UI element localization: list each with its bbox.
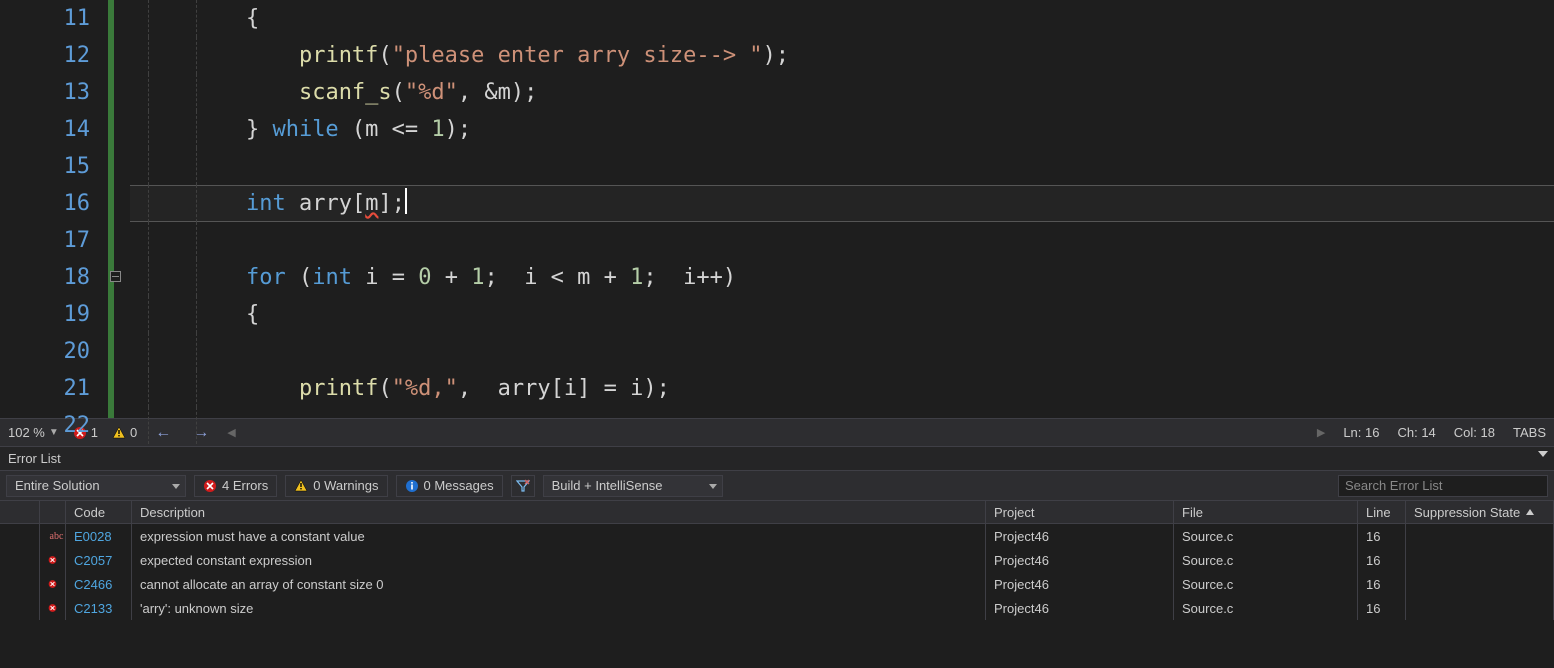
clear-filter-button[interactable] [511, 475, 535, 497]
severity-icon: abc﹏ [40, 524, 66, 548]
error-code: E0028 [66, 524, 132, 548]
error-line: 16 [1358, 572, 1406, 596]
code-line[interactable]: printf("%d,", arry[i] = i); [130, 370, 1554, 407]
line-number: 14 [0, 111, 90, 148]
messages-filter-button[interactable]: 0 Messages [396, 475, 503, 497]
severity-icon [40, 548, 66, 572]
code-line[interactable]: } while (m <= 1); [130, 111, 1554, 148]
error-file: Source.c [1174, 548, 1358, 572]
fold-column[interactable] [108, 0, 130, 418]
error-project: Project46 [986, 596, 1174, 620]
col-header-project[interactable]: Project [986, 501, 1174, 523]
line-number: 11 [0, 0, 90, 37]
line-number: 13 [0, 74, 90, 111]
error-line: 16 [1358, 596, 1406, 620]
line-number: 16 [0, 185, 90, 222]
code-editor[interactable]: 111213141516171819202122 { printf("pleas… [0, 0, 1554, 418]
col-header-suppression[interactable]: Suppression State [1406, 501, 1554, 523]
panel-dropdown-icon[interactable] [1538, 451, 1548, 457]
error-list-toolbar: Entire Solution 4 Errors 0 Warnings 0 Me… [0, 470, 1554, 500]
code-line[interactable] [130, 407, 1554, 444]
error-row[interactable]: abc﹏E0028expression must have a constant… [0, 524, 1554, 548]
error-suppression [1406, 548, 1554, 572]
errors-filter-button[interactable]: 4 Errors [194, 475, 277, 497]
sort-ascending-icon [1526, 509, 1534, 515]
error-list-table[interactable]: Code Description Project File Line Suppr… [0, 500, 1554, 668]
line-number: 15 [0, 148, 90, 185]
row-spacer [0, 524, 40, 548]
row-spacer [0, 572, 40, 596]
error-project: Project46 [986, 548, 1174, 572]
error-code: C2057 [66, 548, 132, 572]
col-header-severity[interactable] [40, 501, 66, 523]
row-spacer [0, 596, 40, 620]
error-suppression [1406, 524, 1554, 548]
panel-title-label: Error List [8, 451, 61, 466]
severity-icon [40, 596, 66, 620]
code-line[interactable] [130, 333, 1554, 370]
error-list-panel-header[interactable]: Error List [0, 446, 1554, 470]
col-header-line[interactable]: Line [1358, 501, 1406, 523]
warnings-filter-button[interactable]: 0 Warnings [285, 475, 387, 497]
code-line[interactable]: { [130, 0, 1554, 37]
row-spacer [0, 548, 40, 572]
error-row[interactable]: C2133'arry': unknown sizeProject46Source… [0, 596, 1554, 620]
code-line[interactable]: int arry[m]; [130, 185, 1554, 222]
chevron-down-icon [172, 484, 180, 489]
error-description: 'arry': unknown size [132, 596, 986, 620]
error-file: Source.c [1174, 524, 1358, 548]
line-number-gutter: 111213141516171819202122 [0, 0, 108, 418]
error-file: Source.c [1174, 572, 1358, 596]
line-number: 21 [0, 370, 90, 407]
col-header-icon[interactable] [0, 501, 40, 523]
error-project: Project46 [986, 524, 1174, 548]
error-project: Project46 [986, 572, 1174, 596]
line-number: 12 [0, 37, 90, 74]
error-source-dropdown[interactable]: Build + IntelliSense [543, 475, 723, 497]
error-table-header[interactable]: Code Description Project File Line Suppr… [0, 500, 1554, 524]
code-line[interactable]: scanf_s("%d", &m); [130, 74, 1554, 111]
text-cursor [405, 188, 407, 214]
line-number: 18 [0, 259, 90, 296]
scope-dropdown[interactable]: Entire Solution [6, 475, 186, 497]
error-description: expression must have a constant value [132, 524, 986, 548]
col-header-description[interactable]: Description [132, 501, 986, 523]
error-description: expected constant expression [132, 548, 986, 572]
error-line: 16 [1358, 548, 1406, 572]
code-line[interactable]: { [130, 296, 1554, 333]
col-header-code[interactable]: Code [66, 501, 132, 523]
code-content[interactable]: { printf("please enter arry size--> "); … [130, 0, 1554, 418]
code-line[interactable] [130, 222, 1554, 259]
line-number: 19 [0, 296, 90, 333]
code-line[interactable]: for (int i = 0 + 1; i < m + 1; i++) [130, 259, 1554, 296]
error-suppression [1406, 572, 1554, 596]
error-description: cannot allocate an array of constant siz… [132, 572, 986, 596]
error-file: Source.c [1174, 596, 1358, 620]
error-line: 16 [1358, 524, 1406, 548]
line-number: 17 [0, 222, 90, 259]
fold-minus-icon[interactable] [110, 271, 121, 282]
line-number: 22 [0, 407, 90, 444]
chevron-down-icon [709, 484, 717, 489]
error-row[interactable]: C2057expected constant expressionProject… [0, 548, 1554, 572]
code-line[interactable]: printf("please enter arry size--> "); [130, 37, 1554, 74]
line-number: 20 [0, 333, 90, 370]
col-header-file[interactable]: File [1174, 501, 1358, 523]
severity-icon [40, 572, 66, 596]
error-row[interactable]: C2466cannot allocate an array of constan… [0, 572, 1554, 596]
error-code: C2466 [66, 572, 132, 596]
error-table-body: abc﹏E0028expression must have a constant… [0, 524, 1554, 620]
search-error-list-input[interactable]: Search Error List [1338, 475, 1548, 497]
error-suppression [1406, 596, 1554, 620]
code-line[interactable] [130, 148, 1554, 185]
error-code: C2133 [66, 596, 132, 620]
